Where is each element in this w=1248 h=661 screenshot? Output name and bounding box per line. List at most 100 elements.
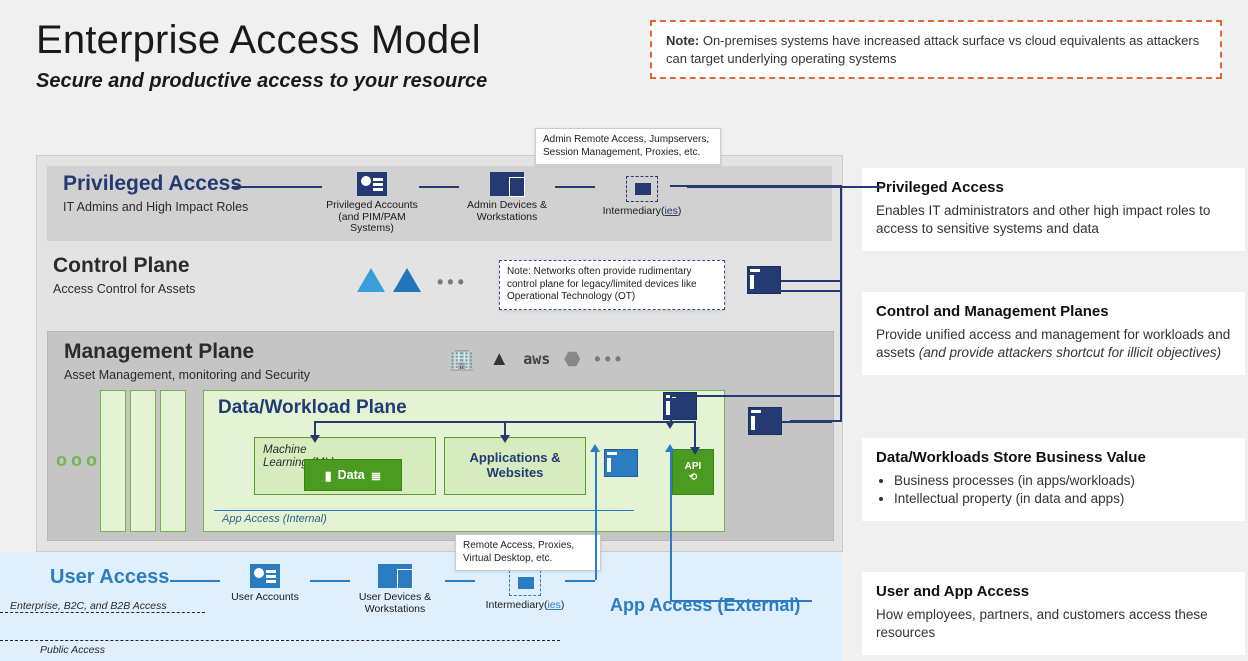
flow-line (780, 290, 842, 292)
pyramid-icon (357, 268, 385, 292)
user-devices-caption: User Devices & Workstations (340, 592, 450, 615)
onprem-note-label: Note: (666, 33, 699, 48)
flow-line (314, 421, 316, 435)
tier-privileged: Privileged Access IT Admins and High Imp… (47, 166, 832, 241)
app-access-internal: App Access (Internal) (222, 513, 327, 525)
data-workload-title: Data/Workload Plane (218, 397, 407, 419)
page-title: Enterprise Access Model (36, 18, 481, 63)
hexagon-icon (564, 351, 580, 367)
arrow-up-icon (590, 444, 600, 452)
desc-data: Data/Workloads Store Business Value Busi… (862, 438, 1245, 521)
public-access-note: Public Access (40, 644, 105, 656)
arrow-up-icon (665, 444, 675, 452)
aws-icon: aws (523, 350, 550, 368)
database-icon: ≣ (371, 468, 381, 483)
privileged-accounts-caption: Privileged Accounts (and PIM/PAM Systems… (317, 200, 427, 235)
flow-line (670, 185, 840, 187)
control-sub: Access Control for Assets (53, 282, 195, 296)
flow-line (232, 186, 322, 188)
api-chip: API ⟲ (672, 449, 714, 495)
devices-icon (490, 172, 524, 196)
flow-line (790, 420, 842, 422)
ellipsis-icon: ••• (594, 349, 625, 370)
ellipsis-icon: ••• (437, 272, 468, 293)
user-intermediary-caption: Intermediary(ies) (486, 600, 565, 612)
flow-line (595, 452, 597, 580)
privileged-intermediary-caption: Intermediary(ies) (603, 206, 682, 218)
privileged-intermediary: Intermediary(ies) (587, 176, 697, 218)
file-icon: ▮ (325, 468, 332, 483)
flow-line (670, 395, 672, 423)
intermediary-link[interactable]: ies (664, 205, 677, 217)
desc-control-mgmt-heading: Control and Management Planes (876, 302, 1231, 322)
user-intermediary-callout: Remote Access, Proxies, Virtual Desktop,… (455, 534, 601, 571)
flow-line (670, 452, 672, 602)
desc-control-mgmt-body: Provide unified access and management fo… (876, 326, 1231, 362)
onprem-note: Note: On-premises systems have increased… (650, 20, 1222, 79)
cloud-providers-row: 🏢 ▲ aws ••• (448, 346, 625, 372)
flow-line (781, 280, 841, 282)
desc-data-b2: Intellectual property (in data and apps) (894, 490, 1231, 508)
privileged-intermediary-callout: Admin Remote Access, Jumpservers, Sessio… (535, 128, 721, 165)
admin-devices: Admin Devices & Workstations (452, 172, 562, 223)
flow-line (314, 421, 694, 423)
data-chip: ▮ Data ≣ (304, 459, 402, 491)
desc-data-b1: Business processes (in apps/workloads) (894, 472, 1231, 490)
flow-line (504, 421, 506, 435)
app-access-external: App Access (External) (610, 595, 800, 616)
account-icon (250, 564, 280, 588)
diagram-frame: Privileged Access IT Admins and High Imp… (36, 155, 843, 552)
user-accounts-caption: User Accounts (231, 592, 299, 604)
desc-control-mgmt: Control and Management Planes Provide un… (862, 292, 1245, 375)
user-devices: User Devices & Workstations (340, 564, 450, 615)
tier-management: Management Plane Asset Management, monit… (47, 331, 834, 541)
user-access-title: User Access (50, 566, 169, 589)
privileged-sub: IT Admins and High Impact Roles (63, 200, 248, 214)
desc-privileged-heading: Privileged Access (876, 178, 1231, 198)
api-icon: ⟲ (689, 472, 697, 483)
data-workload-plane: Data/Workload Plane Machine Learning (ML… (203, 390, 725, 532)
admin-devices-caption: Admin Devices & Workstations (452, 200, 562, 223)
intermediary-link[interactable]: ies (547, 599, 560, 611)
browser-icon (748, 407, 782, 435)
arrow-down-icon (665, 421, 675, 429)
user-intermediary: Intermediary(ies) (470, 570, 580, 612)
arrow-down-icon (310, 435, 320, 443)
browser-icon (604, 449, 638, 477)
flow-line (670, 395, 842, 397)
arrow-down-icon (690, 447, 700, 455)
flow-line (214, 510, 634, 511)
desc-user: User and App Access How employees, partn… (862, 572, 1245, 655)
privileged-title: Privileged Access (63, 172, 242, 196)
azure-icon: ▲ (489, 348, 509, 371)
onprem-note-text: On-premises systems have increased attac… (666, 33, 1199, 66)
apps-box: Applications & Websites (444, 437, 586, 495)
building-icon: 🏢 (448, 346, 475, 372)
management-sub: Asset Management, monitoring and Securit… (64, 368, 310, 382)
intermediary-icon (509, 570, 541, 596)
flow-line (565, 580, 595, 582)
management-title: Management Plane (64, 340, 254, 364)
control-title: Control Plane (53, 254, 190, 278)
browser-icon (747, 266, 781, 294)
dashed-divider (0, 640, 560, 641)
control-plane-note: Note: Networks often provide rudimentary… (499, 260, 725, 310)
account-icon (357, 172, 387, 196)
pyramid-icon (393, 268, 421, 292)
flow-line (694, 421, 696, 447)
desc-user-heading: User and App Access (876, 582, 1231, 602)
dashed-divider (0, 612, 205, 613)
flow-trunk (840, 185, 842, 420)
enterprise-access-note: Enterprise, B2C, and B2B Access (10, 600, 167, 612)
arrow-down-icon (500, 435, 510, 443)
desc-privileged: Privileged Access Enables IT administrat… (862, 168, 1245, 251)
devices-icon (378, 564, 412, 588)
ellipsis-icon: ooo (56, 450, 101, 471)
privileged-accounts: Privileged Accounts (and PIM/PAM Systems… (317, 172, 427, 235)
page-subtitle: Secure and productive access to your res… (36, 70, 487, 93)
desc-user-body: How employees, partners, and customers a… (876, 606, 1231, 642)
desc-privileged-body: Enables IT administrators and other high… (876, 202, 1231, 238)
desc-data-heading: Data/Workloads Store Business Value (876, 448, 1231, 468)
workload-stack (100, 390, 190, 530)
intermediary-icon (626, 176, 658, 202)
